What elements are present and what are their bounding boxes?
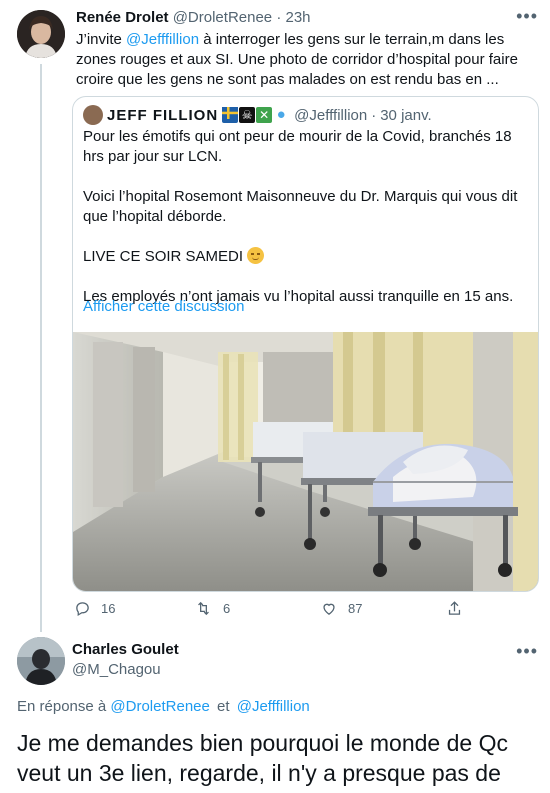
heart-icon (323, 603, 335, 615)
sweden-flag-icon (222, 107, 239, 123)
quote-header: JEFF FILLION ☠ ✕ ● @Jefffillion · 30 jan… (83, 105, 432, 125)
mention-link[interactable]: @DroletRenee (110, 698, 209, 715)
cross-mark-icon: ✕ (256, 107, 273, 123)
timestamp[interactable]: 23h (286, 9, 311, 26)
separator: · (371, 106, 377, 124)
reply-count: 16 (101, 601, 116, 616)
retweet-button[interactable]: 6 (194, 600, 230, 617)
tweet-text: Je me demandes bien pourquoi le monde de… (17, 730, 508, 793)
avatar[interactable] (17, 637, 65, 685)
droplet-icon: ● (276, 106, 286, 123)
quote-author-name: JEFF FILLION (107, 106, 219, 124)
relieved-face-icon (247, 247, 265, 264)
pirate-flag-icon: ☠ (239, 107, 256, 123)
tweet-text: J’invite @Jefffillion à interroger les g… (76, 31, 518, 88)
author-handle[interactable]: @DroletRenee (173, 9, 272, 26)
separator: · (276, 9, 282, 26)
like-button[interactable]: 87 (320, 600, 362, 617)
reply-context: En réponse à @DroletRenee et @Jefffillio… (17, 698, 310, 715)
avatar-photo (17, 637, 65, 685)
thread-line (40, 64, 42, 632)
retweet-icon (198, 601, 209, 616)
show-thread-link[interactable]: Afficher cette discussion (83, 298, 244, 315)
more-options-icon[interactable]: ••• (516, 641, 538, 662)
share-button[interactable] (446, 600, 473, 617)
quote-text: Pour les émotifs qui ont peur de mourir … (83, 127, 533, 327)
author-name[interactable]: Charles Goulet (72, 641, 179, 658)
quoted-tweet[interactable]: JEFF FILLION ☠ ✕ ● @Jefffillion · 30 jan… (72, 96, 539, 592)
share-icon (448, 601, 461, 615)
mention-link[interactable]: @Jefffillion (126, 31, 199, 48)
quote-paragraph: Voici l’hopital Rosemont Maisonneuve du … (83, 188, 518, 225)
quote-paragraph: Pour les émotifs qui ont peur de mourir … (83, 128, 512, 165)
quote-date: 30 janv. (380, 106, 432, 124)
quote-avatar (83, 105, 103, 125)
quote-paragraph: LIVE CE SOIR SAMEDI (83, 247, 533, 267)
tweet-header: Renée Drolet @DroletRenee · 23h (76, 9, 311, 26)
author-handle[interactable]: @M_Chagou (72, 661, 161, 678)
quote-author-handle: @Jefffillion (294, 106, 368, 124)
retweet-count: 6 (223, 601, 231, 616)
like-count: 87 (348, 601, 363, 616)
mention-link[interactable]: @Jefffillion (237, 698, 310, 715)
author-name[interactable]: Renée Drolet (76, 9, 169, 26)
hospital-corridor-image[interactable] (73, 332, 539, 592)
avatar-photo (17, 10, 65, 58)
more-options-icon[interactable]: ••• (516, 6, 538, 27)
reply-button[interactable]: 16 (74, 600, 115, 617)
tweet-actions: 16 6 87 (72, 600, 532, 622)
reply-icon (76, 602, 89, 617)
avatar[interactable] (17, 10, 65, 58)
